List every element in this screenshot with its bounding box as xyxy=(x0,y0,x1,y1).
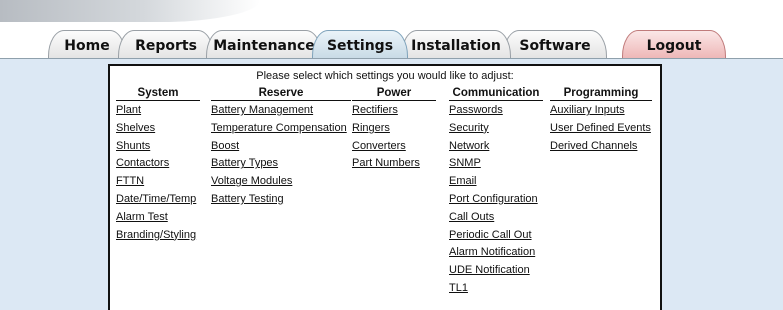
column-communication: Communication Passwords Security Network… xyxy=(449,86,543,298)
link-call-outs[interactable]: Call Outs xyxy=(449,211,494,223)
link-shelves[interactable]: Shelves xyxy=(116,122,155,134)
tab-maintenance[interactable]: Maintenance xyxy=(206,30,322,58)
link-boost[interactable]: Boost xyxy=(211,140,239,152)
link-ringers[interactable]: Ringers xyxy=(352,122,390,134)
tab-software[interactable]: Software xyxy=(503,30,607,58)
link-security[interactable]: Security xyxy=(449,122,489,134)
link-battery-types[interactable]: Battery Types xyxy=(211,157,278,169)
link-email[interactable]: Email xyxy=(449,175,477,187)
link-alarm-notification[interactable]: Alarm Notification xyxy=(449,246,535,258)
settings-panel: Please select which settings you would l… xyxy=(108,64,662,310)
column-power: Power Rectifiers Ringers Converters Part… xyxy=(352,86,436,173)
programming-links: Auxiliary Inputs User Defined Events Der… xyxy=(550,102,652,155)
link-port-configuration[interactable]: Port Configuration xyxy=(449,193,538,205)
column-heading-system: System xyxy=(116,86,200,101)
tab-settings[interactable]: Settings xyxy=(312,30,408,58)
power-links: Rectifiers Ringers Converters Part Numbe… xyxy=(352,102,436,173)
link-contactors[interactable]: Contactors xyxy=(116,157,169,169)
system-links: Plant Shelves Shunts Contactors FTTN Dat… xyxy=(116,102,200,244)
link-branding-styling[interactable]: Branding/Styling xyxy=(116,229,196,241)
link-user-defined-events[interactable]: User Defined Events xyxy=(550,122,651,134)
link-network[interactable]: Network xyxy=(449,140,489,152)
link-rectifiers[interactable]: Rectifiers xyxy=(352,104,398,116)
column-reserve: Reserve Battery Management Temperature C… xyxy=(211,86,351,209)
tab-home[interactable]: Home xyxy=(48,30,126,58)
link-derived-channels[interactable]: Derived Channels xyxy=(550,140,637,152)
main-tab-bar: Home Reports Maintenance Settings Instal… xyxy=(0,30,783,59)
column-programming: Programming Auxiliary Inputs User Define… xyxy=(550,86,652,155)
link-shunts[interactable]: Shunts xyxy=(116,140,150,152)
reserve-links: Battery Management Temperature Compensat… xyxy=(211,102,351,209)
column-heading-power: Power xyxy=(352,86,436,101)
link-date-time-temp[interactable]: Date/Time/Temp xyxy=(116,193,196,205)
link-ude-notification[interactable]: UDE Notification xyxy=(449,264,530,276)
link-auxiliary-inputs[interactable]: Auxiliary Inputs xyxy=(550,104,625,116)
column-heading-communication: Communication xyxy=(449,86,543,101)
link-temperature-compensation[interactable]: Temperature Compensation xyxy=(211,122,347,134)
settings-prompt: Please select which settings you would l… xyxy=(256,70,514,82)
column-heading-programming: Programming xyxy=(550,86,652,101)
link-voltage-modules[interactable]: Voltage Modules xyxy=(211,175,292,187)
link-passwords[interactable]: Passwords xyxy=(449,104,503,116)
link-converters[interactable]: Converters xyxy=(352,140,406,152)
link-part-numbers[interactable]: Part Numbers xyxy=(352,157,420,169)
tab-installation[interactable]: Installation xyxy=(401,30,511,58)
link-plant[interactable]: Plant xyxy=(116,104,141,116)
header-swoosh xyxy=(0,0,260,22)
link-periodic-call-out[interactable]: Periodic Call Out xyxy=(449,229,532,241)
link-fttn[interactable]: FTTN xyxy=(116,175,144,187)
link-snmp[interactable]: SNMP xyxy=(449,157,481,169)
link-battery-management[interactable]: Battery Management xyxy=(211,104,313,116)
column-system: System Plant Shelves Shunts Contactors F… xyxy=(116,86,200,244)
communication-links: Passwords Security Network SNMP Email Po… xyxy=(449,102,543,298)
link-alarm-test[interactable]: Alarm Test xyxy=(116,211,168,223)
link-battery-testing[interactable]: Battery Testing xyxy=(211,193,284,205)
column-heading-reserve: Reserve xyxy=(211,86,351,101)
tab-logout[interactable]: Logout xyxy=(622,30,726,58)
tab-reports[interactable]: Reports xyxy=(118,30,214,58)
link-tl1[interactable]: TL1 xyxy=(449,282,468,294)
